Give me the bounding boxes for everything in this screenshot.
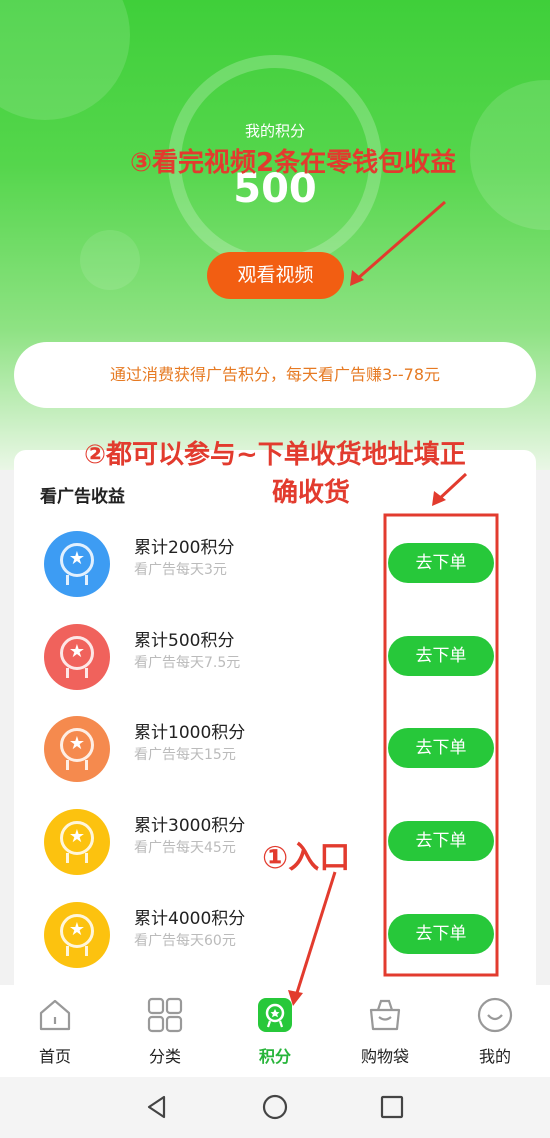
arrowhead	[288, 990, 303, 1006]
arrow-to-points-tab	[294, 871, 337, 997]
annotation-arrows	[288, 200, 499, 1006]
highlight-box	[383, 513, 499, 977]
arrow-to-order-buttons	[436, 472, 468, 502]
arrowhead	[350, 270, 364, 286]
arrow-to-watch-button	[355, 200, 446, 282]
